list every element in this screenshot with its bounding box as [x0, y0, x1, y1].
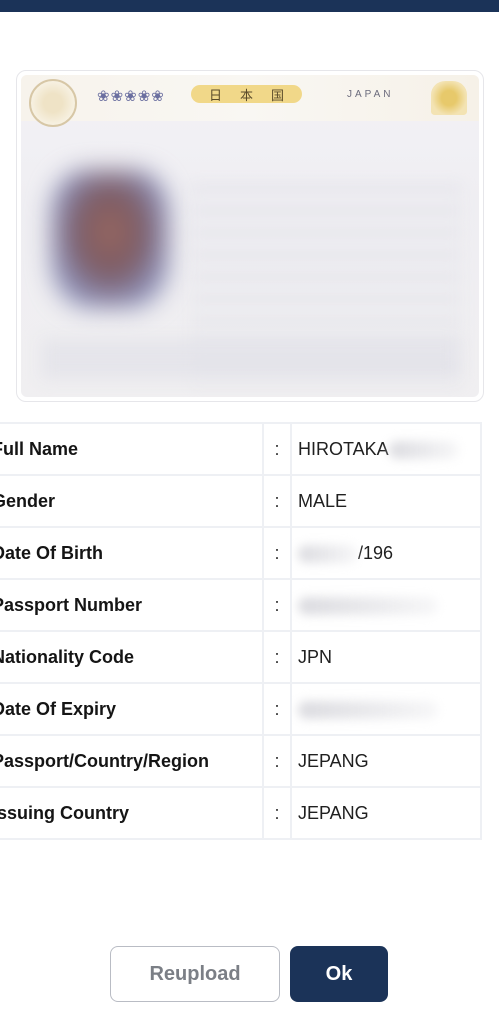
detail-value-text: JEPANG [298, 802, 369, 823]
detail-value: MALE [290, 474, 482, 528]
kanji-char: 本 [240, 87, 254, 103]
detail-value: JEPANG [290, 734, 482, 788]
detail-value [290, 682, 482, 736]
detail-value-text: JPN [298, 646, 333, 667]
detail-colon: : [262, 786, 292, 840]
detail-value: JEPANG [290, 786, 482, 840]
detail-value [290, 578, 482, 632]
detail-value-text: HIROTAKA [298, 438, 389, 459]
detail-colon: : [262, 422, 292, 476]
detail-row: Passport Number: [0, 578, 482, 632]
redacted-value [298, 544, 358, 563]
emblem-icon [29, 79, 77, 127]
detail-value: /196 [290, 526, 482, 580]
kanji-char: 日 [209, 87, 223, 103]
detail-row: Gender: MALE [0, 474, 482, 528]
passport-pattern: ❀❀❀❀❀ [97, 88, 165, 105]
detail-colon: : [262, 682, 292, 736]
detail-label: Passport/Country/Region [0, 734, 264, 788]
detail-row: Nationality Code: JPN [0, 630, 482, 684]
detail-colon: : [262, 734, 292, 788]
detail-colon: : [262, 474, 292, 528]
detail-colon: : [262, 630, 292, 684]
detail-colon: : [262, 578, 292, 632]
detail-row: Date Of Birth: /196 [0, 526, 482, 580]
detail-label: Nationality Code [0, 630, 264, 684]
top-bar [0, 0, 499, 12]
redacted-value [298, 700, 438, 719]
detail-value-text: JEPANG [298, 750, 369, 771]
detail-value-text: MALE [298, 490, 348, 511]
ok-button[interactable]: Ok [290, 946, 388, 1002]
detail-value: HIROTAKA [290, 422, 482, 476]
chrysanthemum-icon [431, 81, 467, 115]
kanji-char: 国 [271, 87, 285, 103]
detail-label: Gender [0, 474, 264, 528]
passport-redacted-mrz [41, 339, 459, 379]
redacted-value [298, 596, 438, 615]
passport-details-table: Full Name: HIROTAKA Gender: MALE Date Of Bir… [0, 422, 482, 840]
detail-row: Date Of Expiry: [0, 682, 482, 736]
passport-image-card: ❀❀❀❀❀ 日 本 国 JAPAN [16, 70, 484, 402]
detail-value: JPN [290, 630, 482, 684]
passport-face-photo [51, 170, 169, 308]
detail-label: Passport Number [0, 578, 264, 632]
detail-row: Full Name: HIROTAKA [0, 422, 482, 476]
detail-value-text: /196 [358, 542, 394, 563]
passport-country-text: JAPAN [347, 89, 394, 100]
detail-label: Issuing Country [0, 786, 264, 840]
redacted-value [388, 440, 459, 459]
passport-kanji-title: 日 本 国 [191, 85, 303, 103]
reupload-button[interactable]: Reupload [110, 946, 280, 1002]
detail-label: Full Name [0, 422, 264, 476]
detail-label: Date Of Expiry [0, 682, 264, 736]
detail-label: Date Of Birth [0, 526, 264, 580]
detail-colon: : [262, 526, 292, 580]
passport-photo: ❀❀❀❀❀ 日 本 国 JAPAN [21, 75, 479, 397]
detail-row: Issuing Country: JEPANG [0, 786, 482, 840]
detail-row: Passport/Country/Region: JEPANG [0, 734, 482, 788]
